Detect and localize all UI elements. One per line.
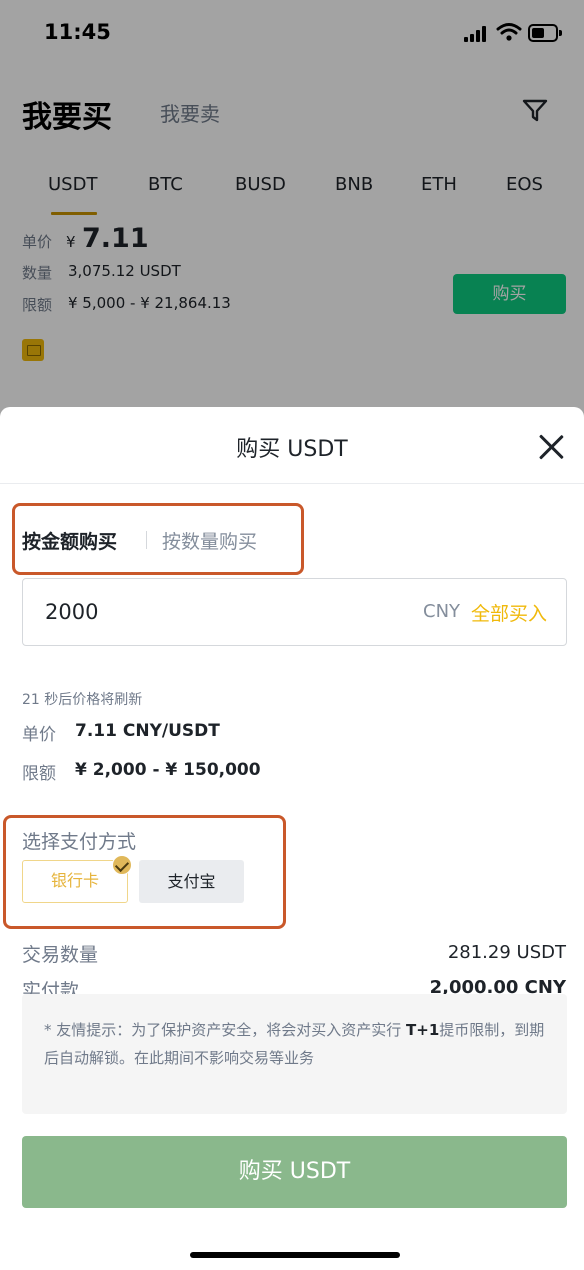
notice-prefix: * 友情提示：为了保护资产安全，将会对买入资产实行 — [44, 1021, 407, 1039]
limit-value: ¥ 2,000 - ¥ 150,000 — [75, 760, 261, 780]
notice-box: * 友情提示：为了保护资产安全，将会对买入资产实行 T+1提币限制，到期后自动解… — [22, 994, 567, 1114]
currency-label: CNY — [423, 601, 461, 622]
price-refresh-countdown: 21 秒后价格将刷新 — [22, 692, 143, 708]
buy-sheet: 购买 USDT 按金额购买 按数量购买 CNY 全部买入 21 秒后价格将刷新 … — [0, 407, 584, 1270]
modal-overlay[interactable] — [0, 0, 584, 420]
amount-input[interactable] — [45, 597, 345, 627]
notice-bold: T+1 — [406, 1021, 440, 1039]
divider — [0, 483, 584, 484]
limit-label: 限额 — [22, 764, 56, 784]
unit-price-value: 7.11 CNY/USDT — [75, 721, 220, 741]
home-indicator — [190, 1252, 400, 1258]
highlight-box-mode — [12, 503, 304, 575]
notice-text: * 友情提示：为了保护资产安全，将会对买入资产实行 T+1提币限制，到期后自动解… — [44, 1016, 549, 1072]
trade-qty-label: 交易数量 — [22, 944, 99, 966]
buy-all-link[interactable]: 全部买入 — [471, 599, 547, 626]
unit-price-label: 单价 — [22, 725, 56, 745]
close-icon[interactable] — [538, 433, 566, 461]
sheet-title: 购买 USDT — [236, 437, 348, 462]
buy-usdt-button[interactable]: 购买 USDT — [22, 1136, 567, 1208]
highlight-box-payment — [3, 815, 286, 929]
trade-qty-value: 281.29 USDT — [447, 942, 566, 963]
amount-field[interactable]: CNY 全部买入 — [22, 578, 567, 646]
